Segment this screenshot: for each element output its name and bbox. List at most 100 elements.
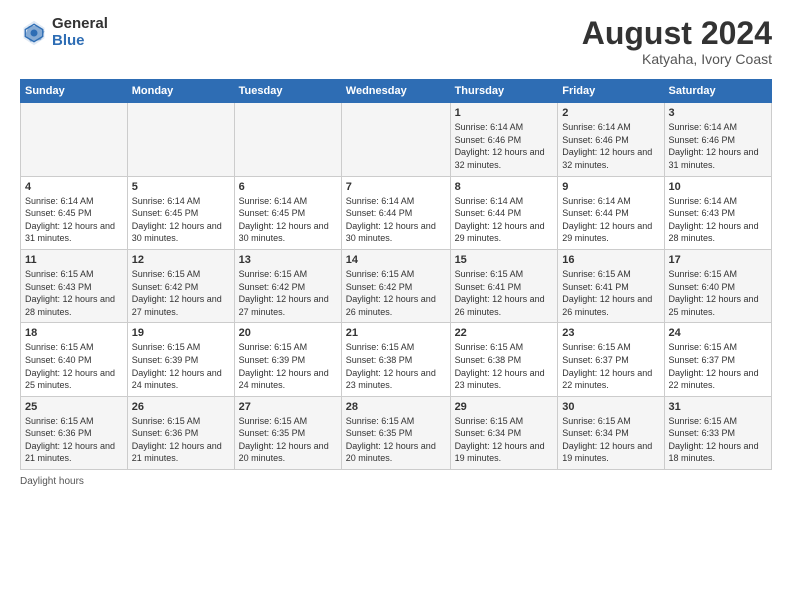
calendar-cell: 1Sunrise: 6:14 AM Sunset: 6:46 PM Daylig… xyxy=(450,103,558,176)
calendar-week-row: 25 Sunrise: 6:15 AM Sunset: 6:36 PM Dayli… xyxy=(21,396,772,469)
calendar-cell: 11Sunrise: 6:15 AM Sunset: 6:43 PM Dayli… xyxy=(21,249,128,322)
cell-info-text: Sunrise: 6:15 AM Sunset: 6:42 PM Dayligh… xyxy=(132,268,230,318)
cell-day-number: 12 xyxy=(132,254,230,266)
cell-info-text: Sunrise: 6:14 AM Sunset: 6:45 PM Dayligh… xyxy=(25,195,123,245)
cell-info-text: Sunrise: 6:15 AM Sunset: 6:34 PM Dayligh… xyxy=(455,415,554,465)
cell-day-number: 9 xyxy=(562,181,659,193)
weekday-header-wednesday: Wednesday xyxy=(341,80,450,103)
calendar-cell: 25 Sunrise: 6:15 AM Sunset: 6:36 PM Dayli… xyxy=(21,396,128,469)
cell-info-text: Sunrise: 6:14 AM Sunset: 6:46 PM Dayligh… xyxy=(669,121,767,171)
calendar-cell: 17Sunrise: 6:15 AM Sunset: 6:40 PM Dayli… xyxy=(664,249,771,322)
logo-general-text: General xyxy=(52,16,108,33)
logo-icon xyxy=(20,19,48,47)
calendar-cell: 23Sunrise: 6:15 AM Sunset: 6:37 PM Dayli… xyxy=(558,323,664,396)
cell-day-number: 22 xyxy=(455,327,554,339)
calendar-cell: 18 Sunrise: 6:15 AM Sunset: 6:40 PM Dayli… xyxy=(21,323,128,396)
calendar-table: SundayMondayTuesdayWednesdayThursdayFrid… xyxy=(20,79,772,470)
calendar-cell xyxy=(21,103,128,176)
cell-info-text: Sunrise: 6:15 AM Sunset: 6:42 PM Dayligh… xyxy=(346,268,446,318)
calendar-cell: 12 Sunrise: 6:15 AM Sunset: 6:42 PM Dayli… xyxy=(127,249,234,322)
cell-day-number: 4 xyxy=(25,181,123,193)
cell-info-text: Sunrise: 6:14 AM Sunset: 6:45 PM Dayligh… xyxy=(239,195,337,245)
cell-info-text: Sunrise: 6:15 AM Sunset: 6:37 PM Dayligh… xyxy=(562,341,659,391)
cell-day-number: 21 xyxy=(346,327,446,339)
cell-info-text: Sunrise: 6:15 AM Sunset: 6:33 PM Dayligh… xyxy=(669,415,767,465)
calendar-cell: 24 Sunrise: 6:15 AM Sunset: 6:37 PM Dayli… xyxy=(664,323,771,396)
calendar-cell: 2Sunrise: 6:14 AM Sunset: 6:46 PM Daylig… xyxy=(558,103,664,176)
cell-day-number: 18 xyxy=(25,327,123,339)
calendar-cell: 27 Sunrise: 6:15 AM Sunset: 6:35 PM Dayli… xyxy=(234,396,341,469)
calendar-cell: 15 Sunrise: 6:15 AM Sunset: 6:41 PM Dayli… xyxy=(450,249,558,322)
cell-info-text: Sunrise: 6:15 AM Sunset: 6:36 PM Dayligh… xyxy=(25,415,123,465)
cell-info-text: Sunrise: 6:14 AM Sunset: 6:44 PM Dayligh… xyxy=(346,195,446,245)
calendar-cell: 21 Sunrise: 6:15 AM Sunset: 6:38 PM Dayli… xyxy=(341,323,450,396)
calendar-cell xyxy=(234,103,341,176)
weekday-header-sunday: Sunday xyxy=(21,80,128,103)
cell-day-number: 2 xyxy=(562,107,659,119)
calendar-cell: 29Sunrise: 6:15 AM Sunset: 6:34 PM Dayli… xyxy=(450,396,558,469)
cell-info-text: Sunrise: 6:15 AM Sunset: 6:35 PM Dayligh… xyxy=(239,415,337,465)
cell-info-text: Sunrise: 6:15 AM Sunset: 6:40 PM Dayligh… xyxy=(25,341,123,391)
cell-info-text: Sunrise: 6:15 AM Sunset: 6:41 PM Dayligh… xyxy=(455,268,554,318)
location-subtitle: Katyaha, Ivory Coast xyxy=(582,51,772,67)
cell-info-text: Sunrise: 6:15 AM Sunset: 6:36 PM Dayligh… xyxy=(132,415,230,465)
cell-info-text: Sunrise: 6:15 AM Sunset: 6:40 PM Dayligh… xyxy=(669,268,767,318)
calendar-week-row: 4 Sunrise: 6:14 AM Sunset: 6:45 PM Daylig… xyxy=(21,176,772,249)
calendar-cell: 28 Sunrise: 6:15 AM Sunset: 6:35 PM Dayli… xyxy=(341,396,450,469)
cell-day-number: 3 xyxy=(669,107,767,119)
calendar-cell: 3 Sunrise: 6:14 AM Sunset: 6:46 PM Daylig… xyxy=(664,103,771,176)
cell-day-number: 26 xyxy=(132,401,230,413)
calendar-cell: 26 Sunrise: 6:15 AM Sunset: 6:36 PM Dayli… xyxy=(127,396,234,469)
cell-info-text: Sunrise: 6:15 AM Sunset: 6:37 PM Dayligh… xyxy=(669,341,767,391)
cell-day-number: 15 xyxy=(455,254,554,266)
cell-info-text: Sunrise: 6:15 AM Sunset: 6:38 PM Dayligh… xyxy=(346,341,446,391)
calendar-cell: 10 Sunrise: 6:14 AM Sunset: 6:43 PM Dayli… xyxy=(664,176,771,249)
calendar-body: 1Sunrise: 6:14 AM Sunset: 6:46 PM Daylig… xyxy=(21,103,772,470)
calendar-week-row: 18 Sunrise: 6:15 AM Sunset: 6:40 PM Dayli… xyxy=(21,323,772,396)
cell-info-text: Sunrise: 6:15 AM Sunset: 6:39 PM Dayligh… xyxy=(132,341,230,391)
cell-info-text: Sunrise: 6:15 AM Sunset: 6:41 PM Dayligh… xyxy=(562,268,659,318)
weekday-header-tuesday: Tuesday xyxy=(234,80,341,103)
calendar-cell: 6 Sunrise: 6:14 AM Sunset: 6:45 PM Daylig… xyxy=(234,176,341,249)
calendar-cell xyxy=(127,103,234,176)
cell-day-number: 28 xyxy=(346,401,446,413)
calendar-cell: 20Sunrise: 6:15 AM Sunset: 6:39 PM Dayli… xyxy=(234,323,341,396)
weekday-header-row: SundayMondayTuesdayWednesdayThursdayFrid… xyxy=(21,80,772,103)
cell-info-text: Sunrise: 6:14 AM Sunset: 6:45 PM Dayligh… xyxy=(132,195,230,245)
logo-blue-text: Blue xyxy=(52,33,108,50)
calendar-week-row: 1Sunrise: 6:14 AM Sunset: 6:46 PM Daylig… xyxy=(21,103,772,176)
cell-day-number: 27 xyxy=(239,401,337,413)
calendar-cell: 9 Sunrise: 6:14 AM Sunset: 6:44 PM Daylig… xyxy=(558,176,664,249)
cell-day-number: 25 xyxy=(25,401,123,413)
cell-day-number: 6 xyxy=(239,181,337,193)
calendar-cell: 14Sunrise: 6:15 AM Sunset: 6:42 PM Dayli… xyxy=(341,249,450,322)
cell-day-number: 24 xyxy=(669,327,767,339)
calendar-cell: 13Sunrise: 6:15 AM Sunset: 6:42 PM Dayli… xyxy=(234,249,341,322)
weekday-header-friday: Friday xyxy=(558,80,664,103)
cell-day-number: 7 xyxy=(346,181,446,193)
calendar-week-row: 11Sunrise: 6:15 AM Sunset: 6:43 PM Dayli… xyxy=(21,249,772,322)
calendar-cell: 19 Sunrise: 6:15 AM Sunset: 6:39 PM Dayli… xyxy=(127,323,234,396)
cell-info-text: Sunrise: 6:15 AM Sunset: 6:34 PM Dayligh… xyxy=(562,415,659,465)
cell-info-text: Sunrise: 6:15 AM Sunset: 6:35 PM Dayligh… xyxy=(346,415,446,465)
calendar-cell: 7 Sunrise: 6:14 AM Sunset: 6:44 PM Daylig… xyxy=(341,176,450,249)
footer-note: Daylight hours xyxy=(20,476,772,487)
cell-info-text: Sunrise: 6:14 AM Sunset: 6:44 PM Dayligh… xyxy=(562,195,659,245)
cell-info-text: Sunrise: 6:15 AM Sunset: 6:38 PM Dayligh… xyxy=(455,341,554,391)
cell-info-text: Sunrise: 6:15 AM Sunset: 6:39 PM Dayligh… xyxy=(239,341,337,391)
cell-day-number: 30 xyxy=(562,401,659,413)
calendar-cell: 31Sunrise: 6:15 AM Sunset: 6:33 PM Dayli… xyxy=(664,396,771,469)
cell-info-text: Sunrise: 6:15 AM Sunset: 6:42 PM Dayligh… xyxy=(239,268,337,318)
calendar-cell: 22 Sunrise: 6:15 AM Sunset: 6:38 PM Dayli… xyxy=(450,323,558,396)
calendar-cell: 16Sunrise: 6:15 AM Sunset: 6:41 PM Dayli… xyxy=(558,249,664,322)
cell-day-number: 8 xyxy=(455,181,554,193)
cell-day-number: 19 xyxy=(132,327,230,339)
calendar-cell: 5Sunrise: 6:14 AM Sunset: 6:45 PM Daylig… xyxy=(127,176,234,249)
title-block: August 2024 Katyaha, Ivory Coast xyxy=(582,16,772,67)
logo-text: General Blue xyxy=(52,16,108,49)
calendar-header: SundayMondayTuesdayWednesdayThursdayFrid… xyxy=(21,80,772,103)
cell-info-text: Sunrise: 6:14 AM Sunset: 6:43 PM Dayligh… xyxy=(669,195,767,245)
calendar-cell: 30 Sunrise: 6:15 AM Sunset: 6:34 PM Dayli… xyxy=(558,396,664,469)
cell-day-number: 10 xyxy=(669,181,767,193)
calendar-cell: 4 Sunrise: 6:14 AM Sunset: 6:45 PM Daylig… xyxy=(21,176,128,249)
